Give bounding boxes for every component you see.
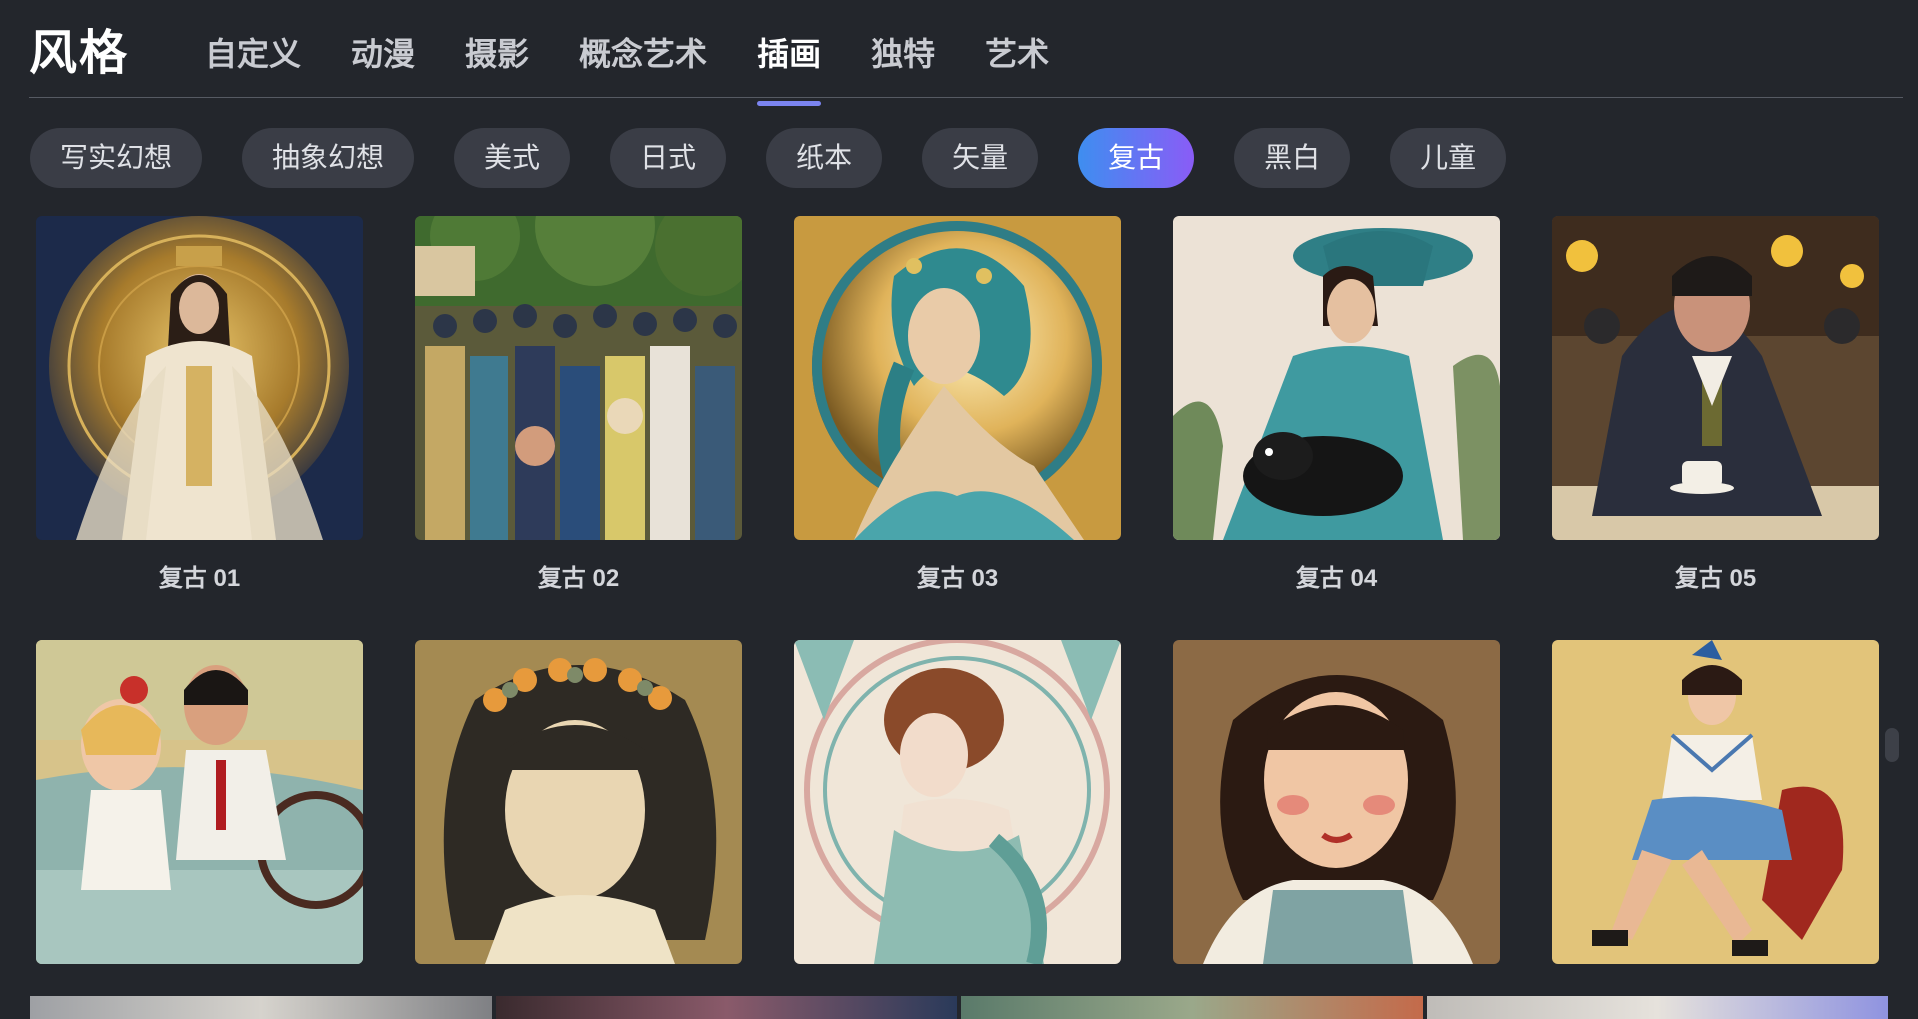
style-caption: 复古 02 [537, 565, 620, 592]
style-card[interactable] [1552, 640, 1879, 1019]
style-caption: 复古 04 [1295, 565, 1378, 592]
style-caption: 复古 01 [158, 565, 241, 592]
style-thumbnail [794, 216, 1121, 540]
style-thumbnail [794, 640, 1121, 964]
tab-illustration[interactable]: 插画 [757, 28, 822, 106]
style-card[interactable] [794, 640, 1121, 1019]
chip-paper[interactable]: 纸本 [766, 128, 883, 188]
style-thumbnail [415, 216, 742, 540]
chip-japanese[interactable]: 日式 [610, 128, 727, 188]
style-card[interactable] [36, 640, 363, 1019]
style-card[interactable]: 复古 02 [415, 216, 742, 640]
style-thumbnail [1552, 216, 1879, 540]
style-picker-panel: 风格 自定义 动漫 摄影 概念艺术 插画 独特 艺术 写实幻想 抽象幻想 美式 … [0, 0, 1918, 1019]
partial-thumbnail [495, 996, 957, 1019]
substyle-chips: 写实幻想 抽象幻想 美式 日式 纸本 矢量 复古 黑白 儿童 [30, 128, 1507, 188]
style-card[interactable] [415, 640, 742, 1019]
style-caption: 复古 03 [916, 565, 999, 592]
chip-american[interactable]: 美式 [454, 128, 571, 188]
style-thumbnail [1173, 216, 1500, 540]
next-row-preview [30, 996, 1888, 1019]
page-title: 风格 [29, 27, 130, 80]
style-card[interactable]: 复古 05 [1552, 216, 1879, 640]
tab-concept-art[interactable]: 概念艺术 [579, 28, 707, 94]
style-thumbnail [1173, 640, 1500, 964]
partial-thumbnail [961, 996, 1423, 1019]
style-caption: 复古 05 [1674, 565, 1757, 592]
header-divider [29, 97, 1903, 98]
partial-thumbnail [1426, 996, 1888, 1019]
style-card[interactable]: 复古 04 [1173, 216, 1500, 640]
category-tabs: 自定义 动漫 摄影 概念艺术 插画 独特 艺术 [205, 28, 1049, 106]
style-thumbnail [415, 640, 742, 964]
tab-photography[interactable]: 摄影 [465, 28, 529, 94]
chip-realistic-fantasy[interactable]: 写实幻想 [30, 128, 203, 188]
tab-unique[interactable]: 独特 [871, 28, 935, 94]
style-gallery: 复古 01 复古 02 复古 03 复古 04 复古 05 [36, 216, 1881, 1019]
style-card[interactable]: 复古 03 [794, 216, 1121, 640]
chip-abstract-fantasy[interactable]: 抽象幻想 [242, 128, 415, 188]
style-card[interactable] [1173, 640, 1500, 1019]
style-thumbnail [1552, 640, 1879, 964]
partial-thumbnail [30, 996, 492, 1019]
tab-anime[interactable]: 动漫 [351, 28, 415, 94]
chip-black-white[interactable]: 黑白 [1234, 128, 1351, 188]
style-thumbnail [36, 216, 363, 540]
style-card[interactable]: 复古 01 [36, 216, 363, 640]
chip-children[interactable]: 儿童 [1390, 128, 1507, 188]
tab-custom[interactable]: 自定义 [205, 28, 301, 94]
scrollbar-thumb[interactable] [1885, 728, 1899, 762]
chip-vector[interactable]: 矢量 [922, 128, 1039, 188]
chip-retro[interactable]: 复古 [1078, 128, 1195, 188]
style-thumbnail [36, 640, 363, 964]
tab-art[interactable]: 艺术 [985, 28, 1049, 94]
